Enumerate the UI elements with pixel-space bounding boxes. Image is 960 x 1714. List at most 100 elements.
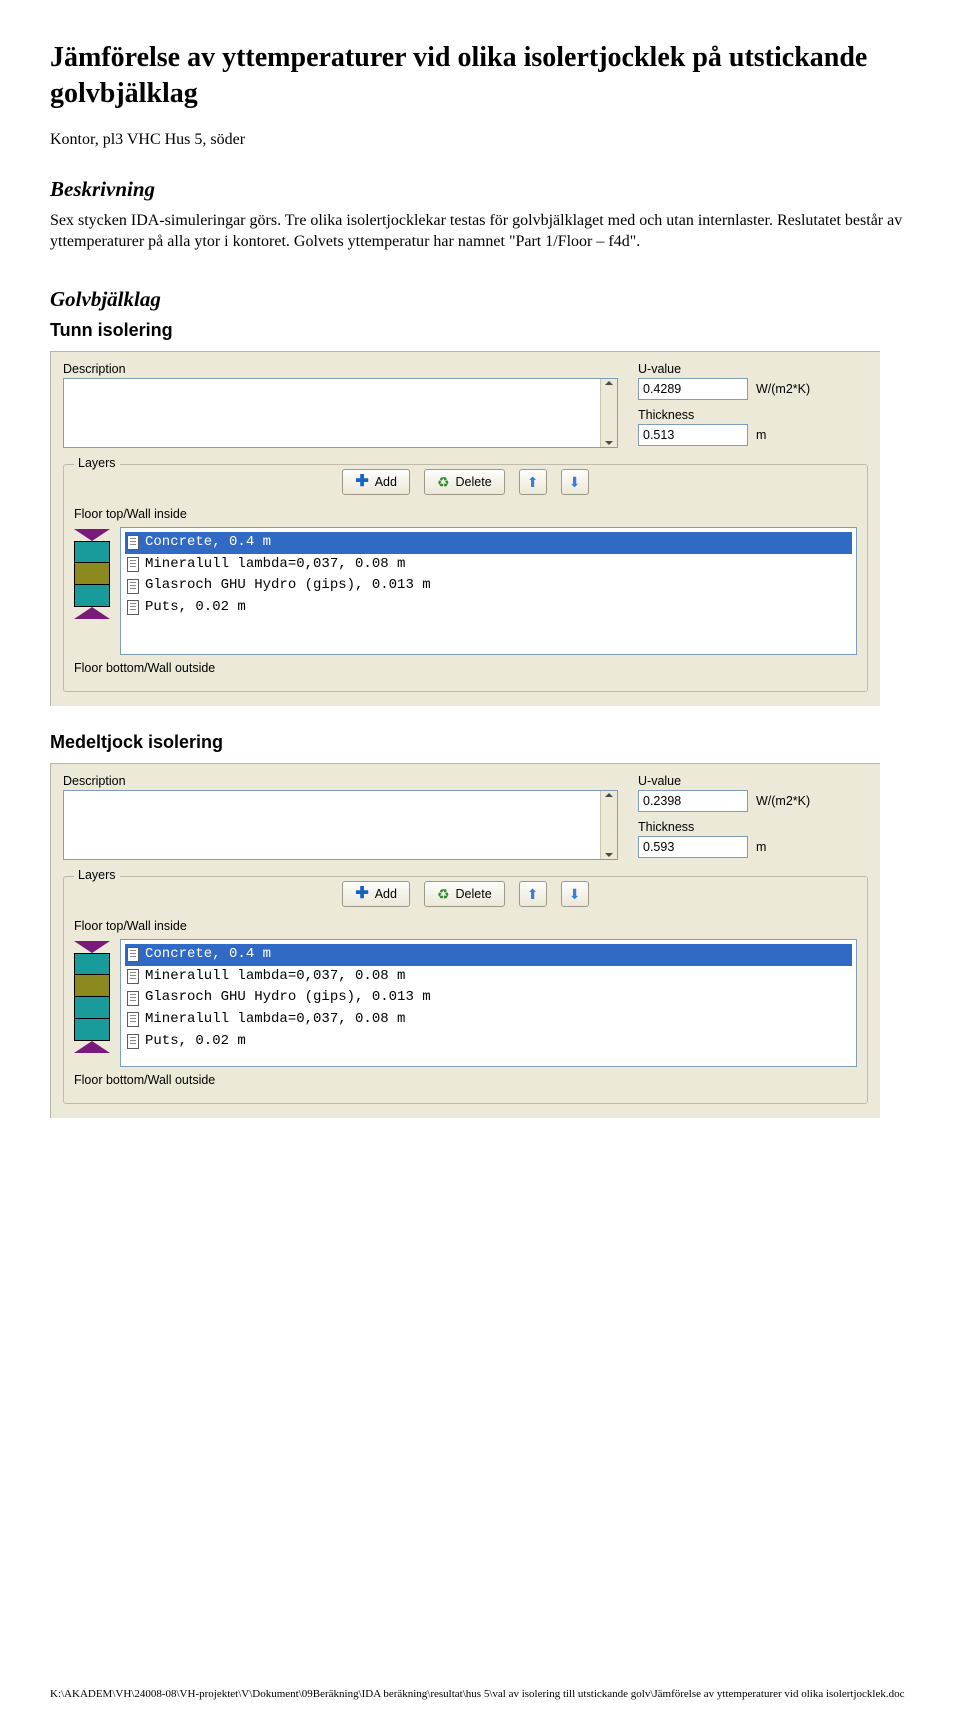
list-item-label: Puts, 0.02 m: [145, 597, 246, 619]
delete-button[interactable]: ♻ Delete: [424, 469, 505, 495]
page-icon: [127, 600, 139, 615]
recycle-icon: ♻: [437, 475, 450, 489]
move-down-button[interactable]: ⬇: [561, 881, 589, 907]
page-icon: [127, 969, 139, 984]
dialog-panel: Description U-value W/(m2*K) Thickness m Laye…: [50, 351, 880, 706]
move-down-button[interactable]: ⬇: [561, 469, 589, 495]
layer-segment: [74, 1019, 110, 1041]
description-textarea[interactable]: [63, 378, 618, 448]
layer-segment: [74, 563, 110, 585]
arrow-up-icon: ⬆: [527, 475, 539, 489]
add-button[interactable]: ✚ Add: [342, 881, 410, 907]
label-floor-bottom: Floor bottom/Wall outside: [74, 661, 857, 675]
label-uvalue: U-value: [638, 362, 868, 376]
arrow-down-icon: ⬇: [569, 887, 581, 901]
list-item-label: Mineralull lambda=0,037, 0.08 m: [145, 1009, 405, 1031]
page-icon: [127, 991, 139, 1006]
layer-segment: [74, 585, 110, 607]
layers-fieldset: Layers✚Add♻Delete⬆⬇Floor top/Wall inside…: [63, 876, 868, 1104]
chevron-up-icon: [74, 1041, 110, 1053]
scroll-down-icon[interactable]: [605, 441, 613, 445]
heading-beskrivning: Beskrivning: [50, 177, 910, 202]
page-subtitle: Kontor, pl3 VHC Hus 5, söder: [50, 131, 910, 149]
list-item-label: Concrete, 0.4 m: [145, 532, 271, 554]
recycle-icon: ♻: [437, 887, 450, 901]
uvalue-unit: W/(m2*K): [756, 382, 810, 396]
layer-segment: [74, 541, 110, 563]
layers-legend: Layers: [74, 868, 120, 882]
thickness-input[interactable]: [638, 424, 748, 446]
page-icon: [127, 947, 139, 962]
page-icon: [127, 557, 139, 572]
label-floor-top: Floor top/Wall inside: [74, 919, 857, 933]
label-thickness: Thickness: [638, 408, 868, 422]
add-button-label: Add: [375, 887, 397, 901]
label-description: Description: [63, 362, 618, 376]
add-button[interactable]: ✚ Add: [342, 469, 410, 495]
list-item[interactable]: Concrete, 0.4 m: [125, 944, 852, 966]
label-description: Description: [63, 774, 618, 788]
label-floor-top: Floor top/Wall inside: [74, 507, 857, 521]
heading-golvbjalklag: Golvbjälklag: [50, 287, 910, 312]
page-icon: [127, 579, 139, 594]
add-button-label: Add: [375, 475, 397, 489]
layer-segment: [74, 997, 110, 1019]
list-item-label: Glasroch GHU Hydro (gips), 0.013 m: [145, 987, 431, 1009]
chevron-down-icon: [74, 941, 110, 953]
thickness-unit: m: [756, 428, 766, 442]
list-item-label: Puts, 0.02 m: [145, 1031, 246, 1053]
arrow-down-icon: ⬇: [569, 475, 581, 489]
list-item[interactable]: Mineralull lambda=0,037, 0.08 m: [125, 1009, 852, 1031]
list-item-label: Glasroch GHU Hydro (gips), 0.013 m: [145, 575, 431, 597]
layers-listbox[interactable]: Concrete, 0.4 mMineralull lambda=0,037, …: [120, 939, 857, 1067]
move-up-button[interactable]: ⬆: [519, 881, 547, 907]
scroll-down-icon[interactable]: [605, 853, 613, 857]
page-icon: [127, 1012, 139, 1027]
arrow-up-icon: ⬆: [527, 887, 539, 901]
layers-legend: Layers: [74, 456, 120, 470]
list-item[interactable]: Puts, 0.02 m: [125, 597, 852, 619]
footer-path: K:\AKADEM\VH\24008-08\VH-projektet\V\Dok…: [50, 1688, 910, 1702]
scrollbar[interactable]: [600, 379, 617, 447]
list-item[interactable]: Concrete, 0.4 m: [125, 532, 852, 554]
list-item-label: Concrete, 0.4 m: [145, 944, 271, 966]
move-up-button[interactable]: ⬆: [519, 469, 547, 495]
layer-segment: [74, 953, 110, 975]
chevron-down-icon: [74, 529, 110, 541]
uvalue-input[interactable]: [638, 790, 748, 812]
layer-segment: [74, 975, 110, 997]
list-item-label: Mineralull lambda=0,037, 0.08 m: [145, 554, 405, 576]
page-title: Jämförelse av yttemperaturer vid olika i…: [50, 40, 910, 113]
list-item-label: Mineralull lambda=0,037, 0.08 m: [145, 966, 405, 988]
page-icon: [127, 535, 139, 550]
scroll-up-icon[interactable]: [605, 381, 613, 385]
label-thickness: Thickness: [638, 820, 868, 834]
plus-icon: ✚: [355, 474, 368, 490]
delete-button[interactable]: ♻ Delete: [424, 881, 505, 907]
description-textarea[interactable]: [63, 790, 618, 860]
uvalue-unit: W/(m2*K): [756, 794, 810, 808]
delete-button-label: Delete: [456, 475, 492, 489]
scrollbar[interactable]: [600, 791, 617, 859]
thickness-unit: m: [756, 840, 766, 854]
layer-stack-graphic: [74, 939, 110, 1067]
panel-heading: Tunn isolering: [50, 320, 910, 341]
scroll-up-icon[interactable]: [605, 793, 613, 797]
list-item[interactable]: Mineralull lambda=0,037, 0.08 m: [125, 554, 852, 576]
panel-heading: Medeltjock isolering: [50, 732, 910, 753]
uvalue-input[interactable]: [638, 378, 748, 400]
delete-button-label: Delete: [456, 887, 492, 901]
list-item[interactable]: Puts, 0.02 m: [125, 1031, 852, 1053]
list-item[interactable]: Glasroch GHU Hydro (gips), 0.013 m: [125, 575, 852, 597]
plus-icon: ✚: [355, 886, 368, 902]
layers-fieldset: Layers✚Add♻Delete⬆⬇Floor top/Wall inside…: [63, 464, 868, 692]
list-item[interactable]: Glasroch GHU Hydro (gips), 0.013 m: [125, 987, 852, 1009]
layer-stack-graphic: [74, 527, 110, 655]
layers-listbox[interactable]: Concrete, 0.4 mMineralull lambda=0,037, …: [120, 527, 857, 655]
list-item[interactable]: Mineralull lambda=0,037, 0.08 m: [125, 966, 852, 988]
page-icon: [127, 1034, 139, 1049]
chevron-up-icon: [74, 607, 110, 619]
label-floor-bottom: Floor bottom/Wall outside: [74, 1073, 857, 1087]
dialog-panel: DescriptionU-valueW/(m2*K)ThicknessmLaye…: [50, 763, 880, 1118]
thickness-input[interactable]: [638, 836, 748, 858]
